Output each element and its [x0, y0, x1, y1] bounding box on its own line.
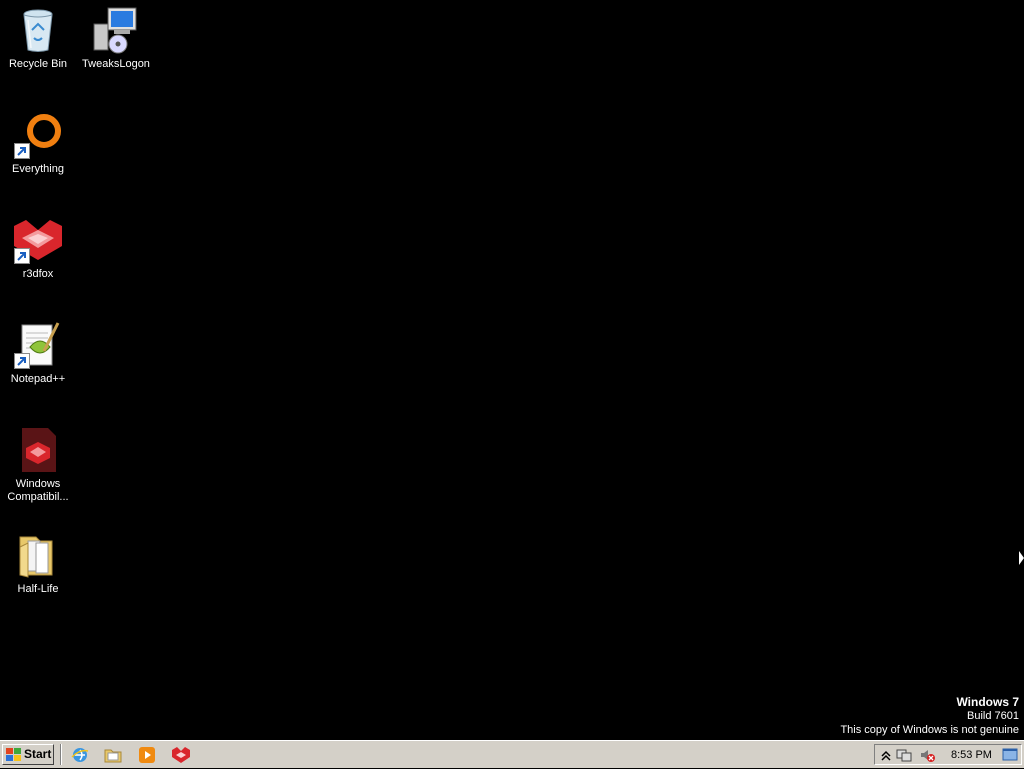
- mouse-cursor-icon: [1019, 551, 1024, 565]
- r3dfox-icon: [14, 216, 62, 264]
- clock[interactable]: 8:53 PM: [951, 747, 992, 763]
- start-label: Start: [24, 747, 52, 761]
- watermark-notice: This copy of Windows is not genuine: [840, 724, 1019, 736]
- desktop-icon-label: Recycle Bin: [8, 58, 68, 70]
- watermark-build: Build 7601: [967, 710, 1019, 722]
- windows-flag-icon: [6, 748, 21, 761]
- shortcut-arrow-icon: [14, 353, 30, 369]
- ie-icon[interactable]: [71, 746, 89, 764]
- explorer-icon[interactable]: [104, 746, 122, 764]
- desktop-icon-r3dfox[interactable]: r3dfox: [0, 216, 76, 281]
- quick-launch-separator: [60, 744, 62, 765]
- desktop-icon-everything[interactable]: Everything: [0, 111, 76, 176]
- start-button[interactable]: Start: [2, 744, 54, 765]
- everything-icon: [14, 111, 62, 159]
- network-icon[interactable]: [896, 747, 912, 763]
- compat-icon: [14, 426, 62, 474]
- desktop-icon-notepadpp[interactable]: Notepad++: [0, 321, 76, 386]
- notepadpp-icon: [14, 321, 62, 369]
- r3dfox-taskbar-icon[interactable]: [172, 746, 190, 764]
- shortcut-arrow-icon: [14, 143, 30, 159]
- tweakslogon-icon: [92, 6, 140, 54]
- volume-muted-icon[interactable]: [919, 747, 935, 763]
- activation-watermark: Windows 7 Build 7601 This copy of Window…: [840, 695, 1019, 737]
- recycle-bin-icon: [14, 6, 62, 54]
- desktop-icon-recycle-bin[interactable]: Recycle Bin: [0, 6, 76, 71]
- desktop-icon-half-life[interactable]: Half-Life: [0, 531, 76, 596]
- desktop-icon-label: Windows Compatibil...: [7, 478, 69, 503]
- folder-icon: [14, 531, 62, 579]
- desktop-icon-tweakslogon[interactable]: TweaksLogon: [78, 6, 154, 71]
- show-hidden-chevron-icon[interactable]: [878, 747, 894, 763]
- desktop-icon-label: Everything: [12, 163, 64, 175]
- desktop-icon-label: Half-Life: [17, 583, 59, 595]
- desktop-icon-windows-compatibility[interactable]: Windows Compatibil...: [0, 426, 76, 504]
- desktop-icon-label: Notepad++: [10, 373, 66, 385]
- system-tray: 8:53 PM: [874, 744, 1022, 765]
- desktop: Recycle Bin TweaksLogon Everything r3dfo…: [0, 0, 1024, 740]
- taskbar: Start 8:53 PM: [0, 740, 1024, 768]
- watermark-title: Windows 7: [956, 695, 1019, 709]
- shortcut-arrow-icon: [14, 248, 30, 264]
- desktop-icon-label: TweaksLogon: [82, 58, 150, 70]
- desktop-icon-label: r3dfox: [22, 268, 54, 280]
- media-player-icon[interactable]: [138, 746, 156, 764]
- show-desktop-icon[interactable]: [1002, 747, 1018, 763]
